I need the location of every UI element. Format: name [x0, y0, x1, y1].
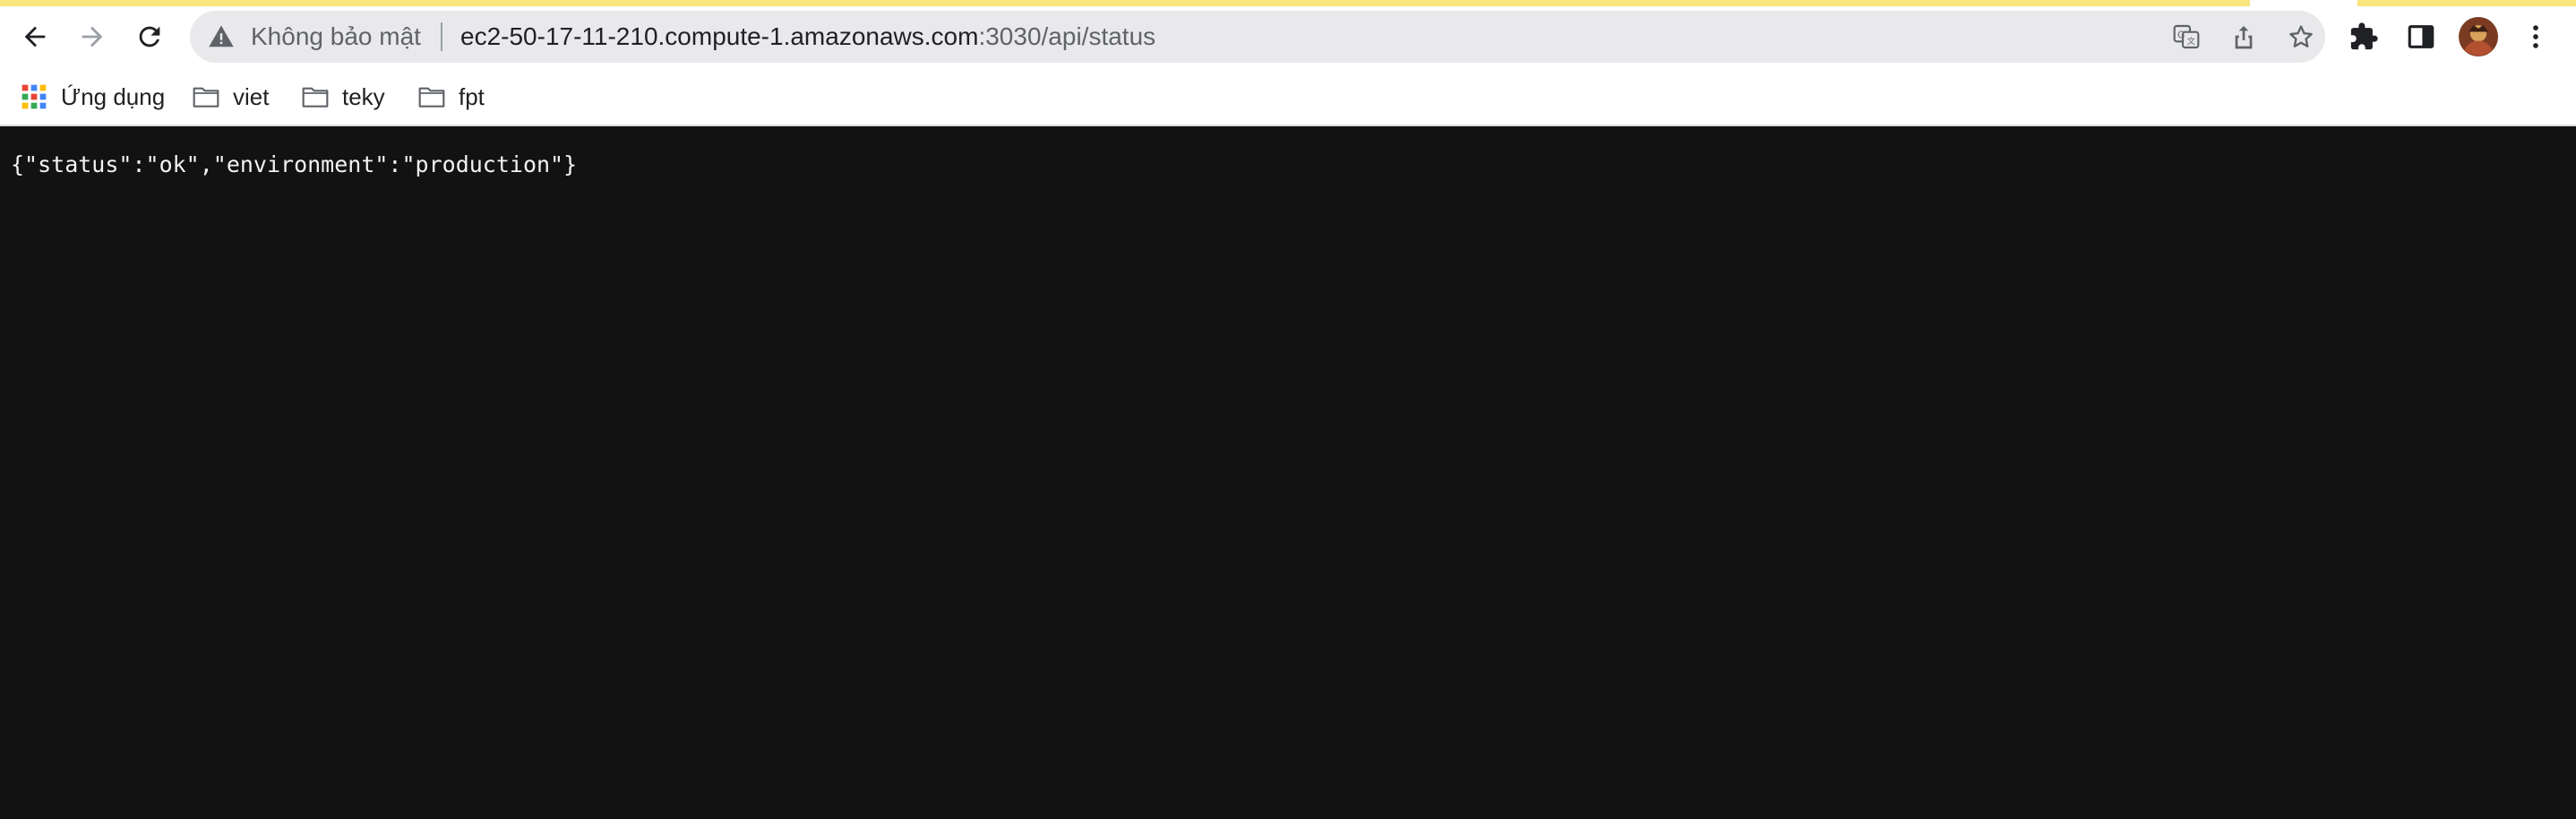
- svg-text:文: 文: [2187, 36, 2195, 47]
- browser-menu-button[interactable]: [2513, 14, 2558, 59]
- translate-icon: G文: [2173, 24, 2200, 49]
- back-button[interactable]: [13, 14, 57, 59]
- bookmark-folder-viet[interactable]: viet: [192, 77, 269, 116]
- bookmark-folder-label: viet: [233, 82, 270, 110]
- bookmarks-bar: Ứng dụng viet teky fpt: [0, 77, 2576, 118]
- json-response-text: {"status":"ok","environment":"production…: [11, 151, 578, 177]
- share-button[interactable]: [2227, 20, 2261, 54]
- page-content: {"status":"ok","environment":"production…: [0, 126, 2576, 819]
- side-panel-icon: [2408, 25, 2434, 48]
- folder-icon: [193, 87, 219, 108]
- reload-button[interactable]: [127, 14, 172, 59]
- bookmark-folder-teky[interactable]: teky: [301, 77, 385, 116]
- forward-button[interactable]: [70, 14, 115, 59]
- address-bar[interactable]: Không bảo mật ec2-50-17-11-210.compute-1…: [190, 11, 2325, 63]
- extensions-puzzle-icon: [2350, 22, 2378, 50]
- url-text[interactable]: ec2-50-17-11-210.compute-1.amazonaws.com…: [460, 22, 1155, 51]
- tab-strip-gap: [2250, 0, 2357, 6]
- url-divider: [441, 22, 442, 51]
- bookmark-folder-label: teky: [342, 82, 385, 110]
- profile-avatar-button[interactable]: [2456, 14, 2501, 59]
- svg-text:G: G: [2177, 29, 2185, 40]
- apps-grid-icon: [21, 84, 47, 109]
- folder-icon: [418, 87, 445, 108]
- url-host: ec2-50-17-11-210.compute-1.amazonaws.com: [460, 22, 979, 50]
- bookmark-star-button[interactable]: [2284, 20, 2318, 54]
- tab-strip-accent: [0, 0, 2576, 6]
- bookmark-apps[interactable]: Ứng dụng: [20, 77, 165, 116]
- url-path: :3030/api/status: [978, 22, 1156, 50]
- security-label[interactable]: Không bảo mật: [251, 22, 421, 51]
- side-panel-button[interactable]: [2399, 14, 2443, 59]
- bookmark-folder-fpt[interactable]: fpt: [417, 77, 485, 116]
- avatar: [2459, 17, 2498, 56]
- browser-chrome: Không bảo mật ec2-50-17-11-210.compute-1…: [0, 0, 2576, 126]
- forward-arrow-icon: [82, 26, 103, 47]
- warning-icon[interactable]: [208, 23, 235, 50]
- share-icon: [2235, 26, 2253, 49]
- folder-icon: [302, 87, 329, 108]
- star-icon: [2289, 25, 2313, 47]
- kebab-menu-icon: [2533, 25, 2538, 48]
- extensions-button[interactable]: [2341, 14, 2386, 59]
- translate-button[interactable]: G文: [2169, 20, 2203, 54]
- back-arrow-icon: [24, 26, 46, 47]
- bookmark-apps-label: Ứng dụng: [61, 82, 166, 110]
- reload-icon: [139, 26, 160, 47]
- bookmark-folder-label: fpt: [459, 82, 485, 110]
